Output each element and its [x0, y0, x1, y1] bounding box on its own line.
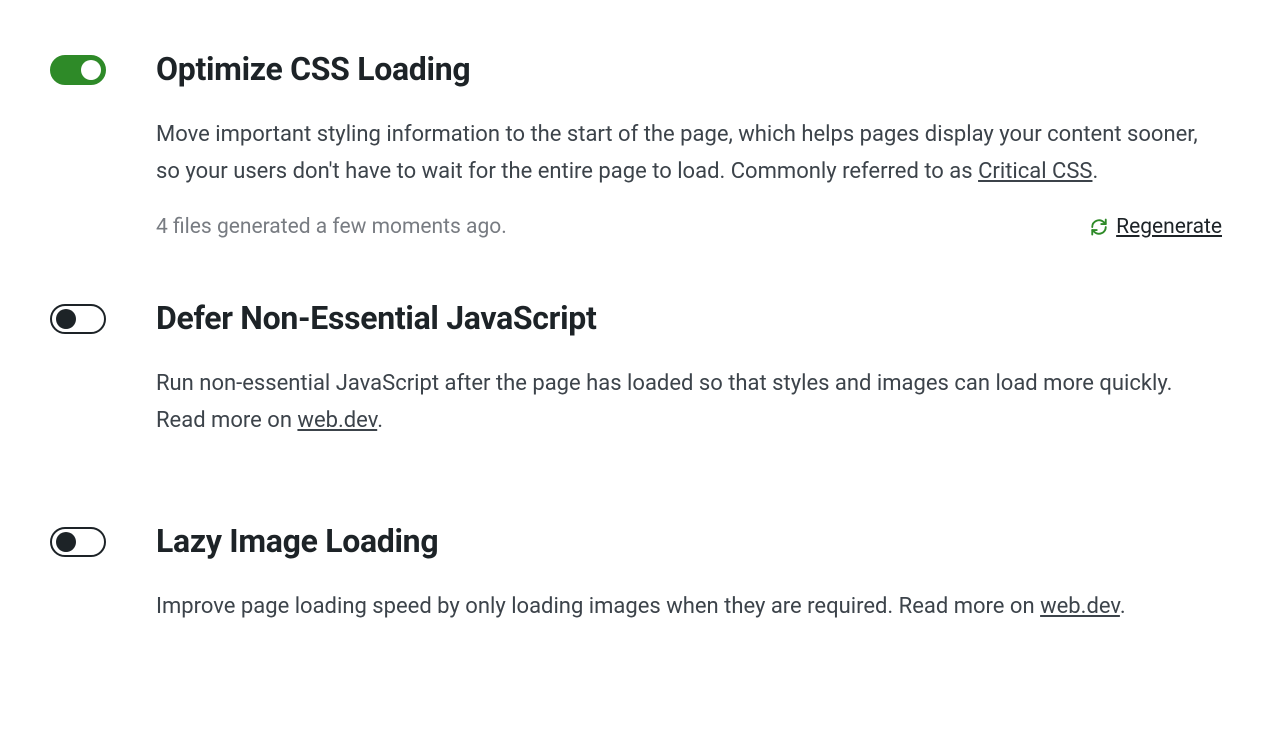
refresh-icon: [1090, 218, 1108, 236]
toggle-knob: [56, 532, 76, 552]
setting-lazy-images: Lazy Image Loading Improve page loading …: [50, 522, 1222, 647]
setting-content: Lazy Image Loading Improve page loading …: [156, 522, 1222, 647]
setting-content: Optimize CSS Loading Move important styl…: [156, 50, 1222, 239]
setting-title: Defer Non-Essential JavaScript: [156, 299, 1222, 337]
desc-text-pre: Improve page loading speed by only loadi…: [156, 594, 1040, 619]
critical-css-link[interactable]: Critical CSS: [978, 159, 1092, 184]
webdev-link[interactable]: web.dev: [1040, 594, 1120, 619]
toggle-knob: [56, 309, 76, 329]
webdev-link[interactable]: web.dev: [297, 408, 377, 433]
toggle-defer-js[interactable]: [50, 304, 106, 334]
setting-optimize-css: Optimize CSS Loading Move important styl…: [50, 50, 1222, 239]
setting-description: Run non-essential JavaScript after the p…: [156, 365, 1222, 440]
setting-defer-js: Defer Non-Essential JavaScript Run non-e…: [50, 299, 1222, 462]
setting-title: Optimize CSS Loading: [156, 50, 1222, 88]
regenerate-label: Regenerate: [1116, 215, 1222, 239]
setting-content: Defer Non-Essential JavaScript Run non-e…: [156, 299, 1222, 462]
desc-text-post: .: [377, 408, 383, 433]
status-row: 4 files generated a few moments ago. Reg…: [156, 215, 1222, 239]
toggle-optimize-css[interactable]: [50, 55, 106, 85]
desc-text-post: .: [1092, 159, 1098, 184]
toggle-knob: [81, 60, 101, 80]
setting-description: Improve page loading speed by only loadi…: [156, 588, 1222, 625]
regenerate-button[interactable]: Regenerate: [1090, 215, 1222, 239]
toggle-lazy-images[interactable]: [50, 527, 106, 557]
status-text: 4 files generated a few moments ago.: [156, 215, 507, 239]
setting-description: Move important styling information to th…: [156, 116, 1222, 191]
setting-title: Lazy Image Loading: [156, 522, 1222, 560]
desc-text-post: .: [1120, 594, 1126, 619]
